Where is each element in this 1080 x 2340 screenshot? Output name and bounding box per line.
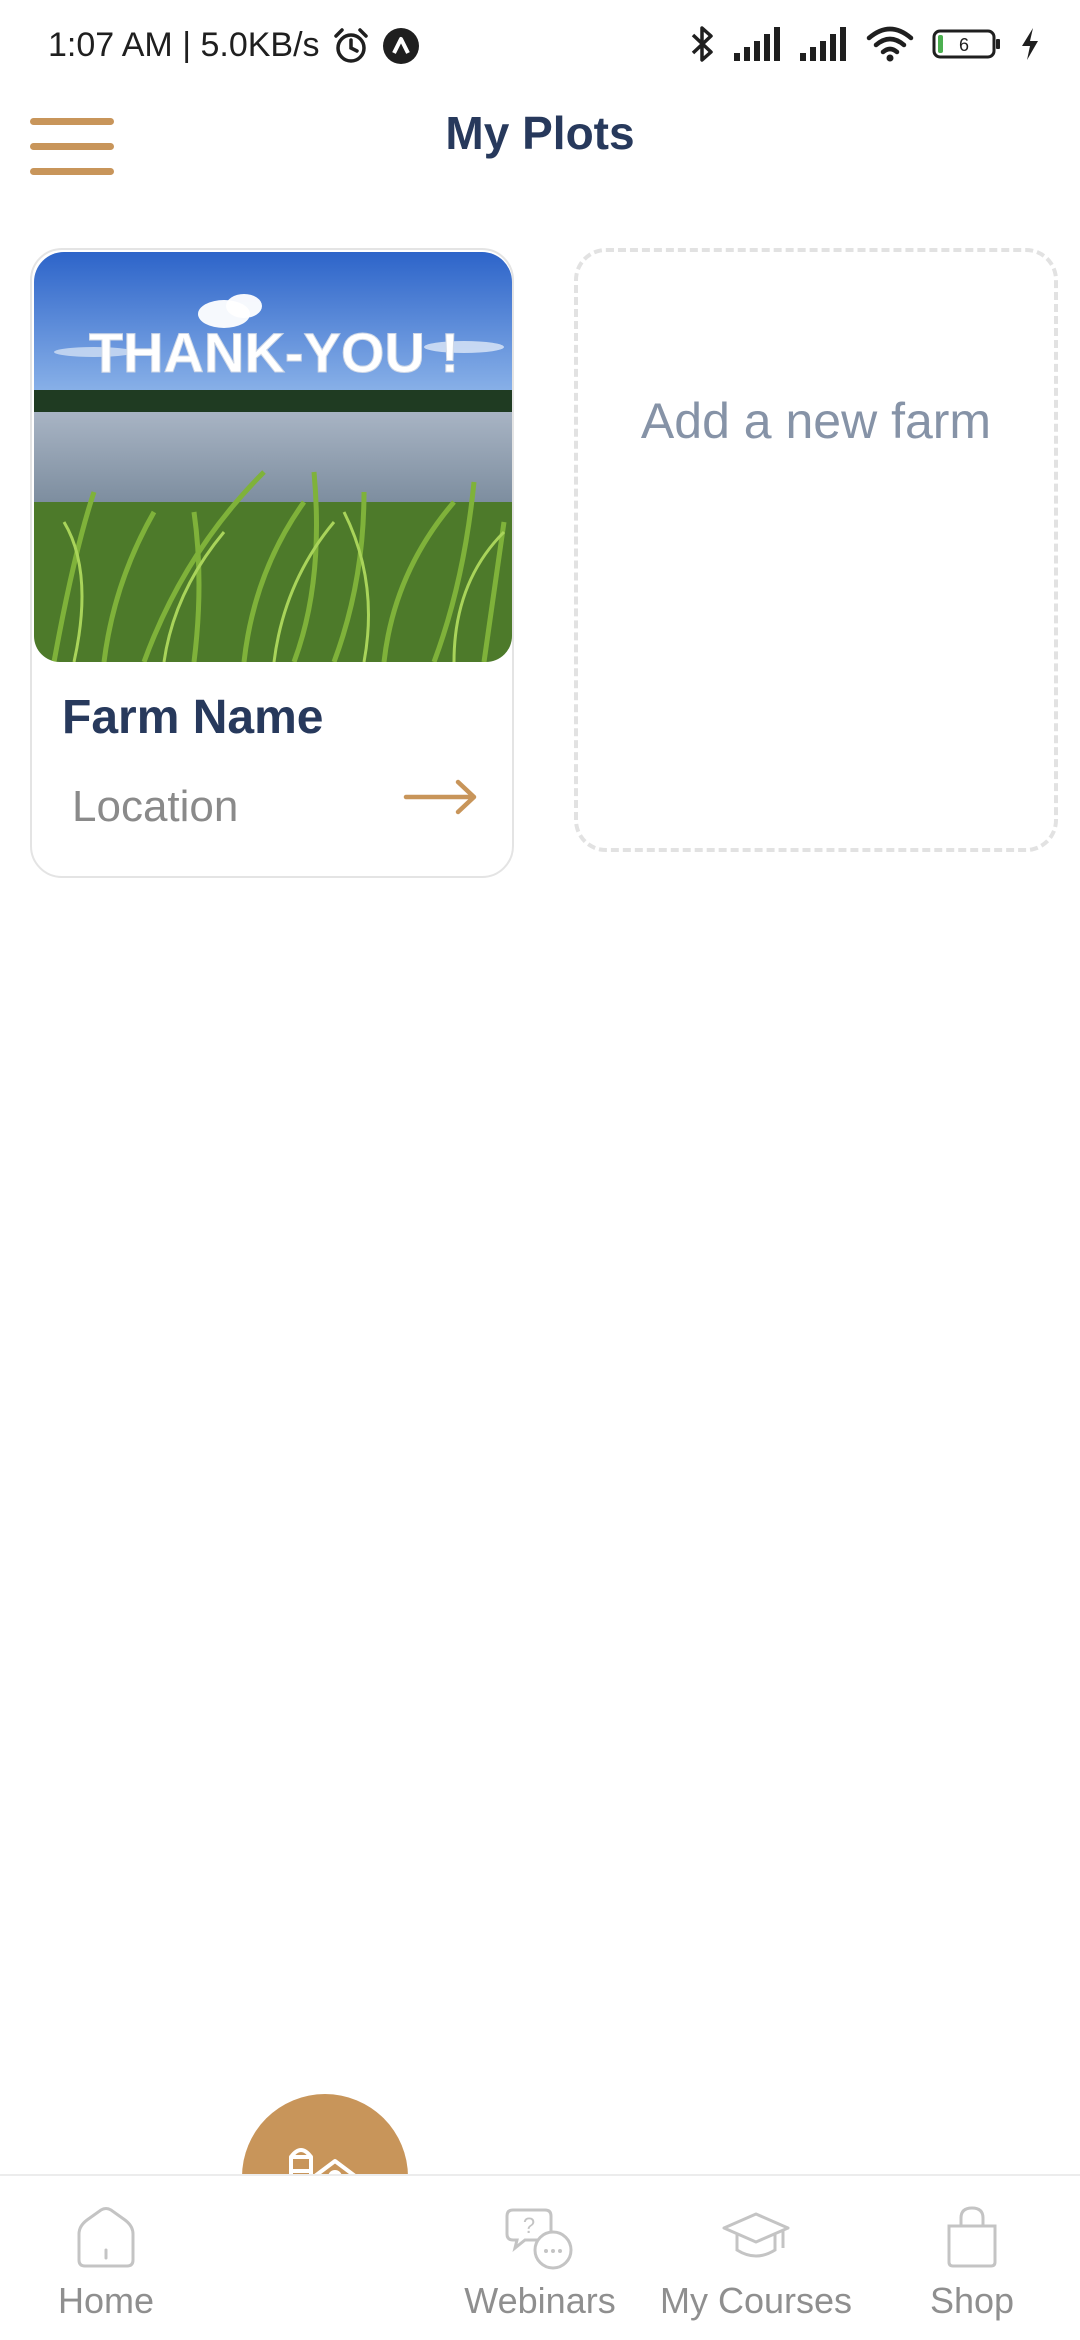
nav-home-label: Home <box>57 2280 155 2321</box>
battery-level: 6 <box>959 35 969 55</box>
home-icon <box>77 2207 135 2268</box>
farm-location: Location <box>72 782 239 831</box>
status-right: 6 <box>690 24 1040 64</box>
graduation-cap-icon <box>722 2212 790 2258</box>
bottom-nav: Home ? Webinars My Courses Shop <box>0 2174 1080 2340</box>
chat-question-icon: ? <box>505 2208 573 2270</box>
status-time-speed: 1:07 AM | 5.0KB/s <box>48 26 320 64</box>
app-notification-icon <box>382 27 420 65</box>
farm-photo: THANK-YOU ! <box>34 252 512 662</box>
charging-icon <box>1020 27 1040 61</box>
header: My Plots <box>0 100 1080 220</box>
alarm-icon <box>332 27 370 65</box>
status-left: 1:07 AM | 5.0KB/s <box>48 26 420 65</box>
svg-text:?: ? <box>523 2213 535 2238</box>
wifi-icon <box>866 26 914 62</box>
nav-webinars-label: Webinars <box>464 2280 616 2321</box>
nav-my-courses[interactable]: My Courses <box>660 2204 852 2322</box>
shopping-bag-icon <box>947 2206 997 2268</box>
nav-shop[interactable]: Shop <box>922 2204 1022 2322</box>
farm-name: Farm Name <box>62 691 324 744</box>
nav-webinars[interactable]: ? Webinars <box>462 2204 618 2322</box>
status-bar: 1:07 AM | 5.0KB/s 6 <box>0 0 1080 100</box>
nav-my-courses-label: My Courses <box>659 2280 853 2321</box>
photo-caption: THANK-YOU ! <box>89 321 459 384</box>
nav-home[interactable]: Home <box>56 2204 156 2322</box>
add-farm-card[interactable]: Add a new farm <box>574 248 1058 852</box>
battery-icon: 6 <box>932 28 1002 60</box>
farm-card[interactable]: THANK-YOU ! Farm Name Location <box>30 248 514 878</box>
signal-icon <box>734 27 782 61</box>
signal-icon <box>800 27 848 61</box>
bluetooth-icon <box>690 24 716 64</box>
page-title: My Plots <box>445 107 635 159</box>
nav-shop-label: Shop <box>929 2280 1015 2321</box>
arrow-right-icon[interactable] <box>402 772 482 822</box>
add-farm-label: Add a new farm <box>640 393 992 449</box>
